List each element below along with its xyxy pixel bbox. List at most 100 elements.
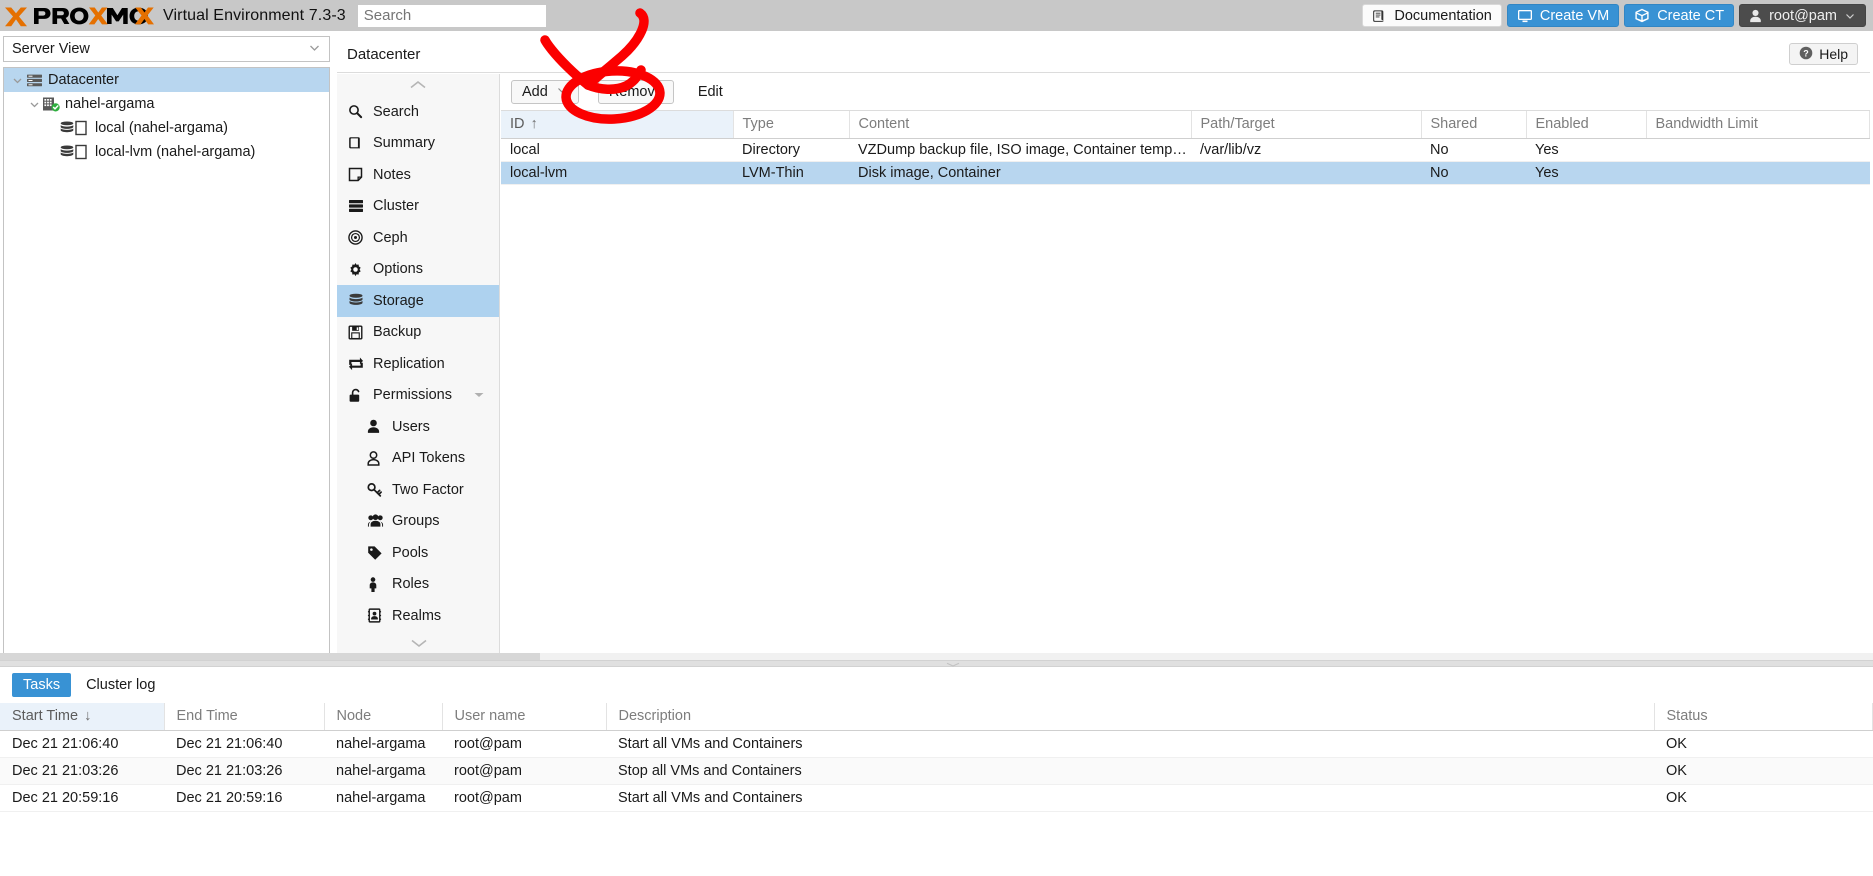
- global-search-input[interactable]: [358, 5, 546, 27]
- task-cell: root@pam: [442, 784, 606, 811]
- nav-item-users[interactable]: Users: [337, 411, 499, 443]
- task-cell: Dec 21 21:06:40: [0, 730, 164, 757]
- storage-col-path-target[interactable]: Path/Target: [1191, 111, 1421, 138]
- tree-item-label: local-lvm (nahel-argama): [95, 144, 255, 160]
- gear-icon: [348, 262, 372, 277]
- nav-item-two-factor[interactable]: Two Factor: [337, 474, 499, 506]
- column-label: Status: [1667, 708, 1708, 724]
- tasks-col-description[interactable]: Description: [606, 703, 1654, 730]
- nav-item-realms[interactable]: Realms: [337, 600, 499, 632]
- monitor-icon: [1517, 9, 1533, 23]
- horizontal-scrollbar[interactable]: [0, 653, 1873, 660]
- panel-splitter[interactable]: [0, 660, 1873, 667]
- scrollbar-thumb[interactable]: [0, 653, 540, 660]
- book-icon: [1372, 9, 1387, 23]
- user-name-label: root@pam: [1769, 8, 1837, 24]
- user-menu-button[interactable]: root@pam: [1739, 4, 1866, 27]
- storage-col-type[interactable]: Type: [733, 111, 849, 138]
- bottom-panel-tabs: TasksCluster log: [0, 667, 1873, 703]
- storage-cell: [1646, 161, 1870, 184]
- task-cell: Dec 21 21:06:40: [164, 730, 324, 757]
- tab-tasks[interactable]: Tasks: [12, 673, 71, 697]
- tree-item-label: local (nahel-argama): [95, 120, 228, 136]
- node-icon: [41, 96, 61, 112]
- key-icon: [367, 482, 391, 497]
- bottom-panel: TasksCluster log Start Time↓End TimeNode…: [0, 667, 1873, 876]
- storage-col-shared[interactable]: Shared: [1421, 111, 1526, 138]
- storage-view: Add Remove Edit ID↑TypeContentPath/Targe…: [501, 74, 1870, 660]
- nav-item-ceph[interactable]: Ceph: [337, 222, 499, 254]
- task-cell: nahel-argama: [324, 757, 442, 784]
- nav-item-label: API Tokens: [392, 450, 465, 466]
- nav-item-backup[interactable]: Backup: [337, 317, 499, 349]
- summary-icon: [348, 136, 372, 150]
- tree-item-label: nahel-argama: [65, 96, 154, 112]
- help-button[interactable]: ? Help: [1789, 43, 1858, 65]
- tasks-col-status[interactable]: Status: [1654, 703, 1873, 730]
- nav-item-storage[interactable]: Storage: [337, 285, 499, 317]
- create-vm-button[interactable]: Create VM: [1507, 4, 1619, 27]
- task-row[interactable]: Dec 21 20:59:16Dec 21 20:59:16nahel-arga…: [0, 784, 1873, 811]
- lock-icon: [348, 388, 372, 403]
- breadcrumb-bar: Datacenter ? Help: [337, 36, 1870, 73]
- nav-item-label: Users: [392, 419, 430, 435]
- tasks-col-end-time[interactable]: End Time: [164, 703, 324, 730]
- chevron-down-icon: [556, 84, 568, 100]
- chevron-down-icon[interactable]: [27, 97, 41, 111]
- nav-item-label: Cluster: [373, 198, 419, 214]
- create-ct-label: Create CT: [1657, 8, 1724, 24]
- breadcrumb: Datacenter: [347, 46, 420, 63]
- column-label: Shared: [1431, 116, 1478, 132]
- tree-item-local[interactable]: local (nahel-argama): [4, 116, 329, 140]
- storage-icon: [348, 293, 372, 308]
- chevron-down-icon[interactable]: [10, 73, 24, 87]
- storage-col-enabled[interactable]: Enabled: [1526, 111, 1646, 138]
- nav-item-groups[interactable]: Groups: [337, 506, 499, 538]
- storage-col-id[interactable]: ID↑: [501, 111, 733, 138]
- storage-row[interactable]: localDirectoryVZDump backup file, ISO im…: [501, 138, 1870, 161]
- storage-cell: Directory: [733, 138, 849, 161]
- tasks-col-user-name[interactable]: User name: [442, 703, 606, 730]
- storage-col-bandwidth-limit[interactable]: Bandwidth Limit: [1646, 111, 1870, 138]
- nav-item-label: Realms: [392, 608, 441, 624]
- storage-icon: [58, 120, 91, 136]
- nav-item-api-tokens[interactable]: API Tokens: [337, 443, 499, 475]
- tasks-col-node[interactable]: Node: [324, 703, 442, 730]
- nav-scroll-down[interactable]: [337, 632, 500, 654]
- storage-row[interactable]: local-lvmLVM-ThinDisk image, ContainerNo…: [501, 161, 1870, 184]
- column-label: Enabled: [1536, 116, 1589, 132]
- help-label: Help: [1819, 46, 1848, 62]
- nav-item-roles[interactable]: Roles: [337, 569, 499, 601]
- add-storage-button[interactable]: Add: [511, 80, 579, 104]
- nav-item-search[interactable]: Search: [337, 96, 499, 128]
- tab-cluster-log[interactable]: Cluster log: [75, 673, 166, 697]
- tree-item-nahel-argama[interactable]: nahel-argama: [4, 92, 329, 116]
- tree-item-label: Datacenter: [48, 72, 119, 88]
- documentation-button[interactable]: Documentation: [1362, 4, 1502, 27]
- nav-item-notes[interactable]: Notes: [337, 159, 499, 191]
- task-cell: nahel-argama: [324, 730, 442, 757]
- edit-storage-button[interactable]: Edit: [687, 80, 734, 104]
- nav-item-pools[interactable]: Pools: [337, 537, 499, 569]
- remove-storage-button[interactable]: Remove: [598, 80, 674, 104]
- nav-item-permissions[interactable]: Permissions: [337, 380, 499, 412]
- chevron-down-icon[interactable]: [473, 387, 485, 403]
- storage-col-content[interactable]: Content: [849, 111, 1191, 138]
- nav-scroll-up[interactable]: [337, 74, 499, 96]
- create-ct-button[interactable]: Create CT: [1624, 4, 1734, 27]
- view-selector[interactable]: Server View: [3, 36, 330, 62]
- task-row[interactable]: Dec 21 21:06:40Dec 21 21:06:40nahel-arga…: [0, 730, 1873, 757]
- top-bar-actions: Documentation Create VM Create CT root@p…: [1362, 4, 1873, 27]
- proxmox-logo[interactable]: [0, 0, 156, 31]
- task-row[interactable]: Dec 21 21:03:26Dec 21 21:03:26nahel-arga…: [0, 757, 1873, 784]
- tasks-col-start-time[interactable]: Start Time↓: [0, 703, 164, 730]
- tree-item-local-lvm[interactable]: local-lvm (nahel-argama): [4, 140, 329, 164]
- user-icon: [367, 419, 391, 434]
- tree-item-datacenter[interactable]: Datacenter: [4, 68, 329, 92]
- nav-item-options[interactable]: Options: [337, 254, 499, 286]
- tree-spacer: [44, 121, 58, 135]
- nav-item-replication[interactable]: Replication: [337, 348, 499, 380]
- nav-item-cluster[interactable]: Cluster: [337, 191, 499, 223]
- nav-item-summary[interactable]: Summary: [337, 128, 499, 160]
- task-cell: root@pam: [442, 730, 606, 757]
